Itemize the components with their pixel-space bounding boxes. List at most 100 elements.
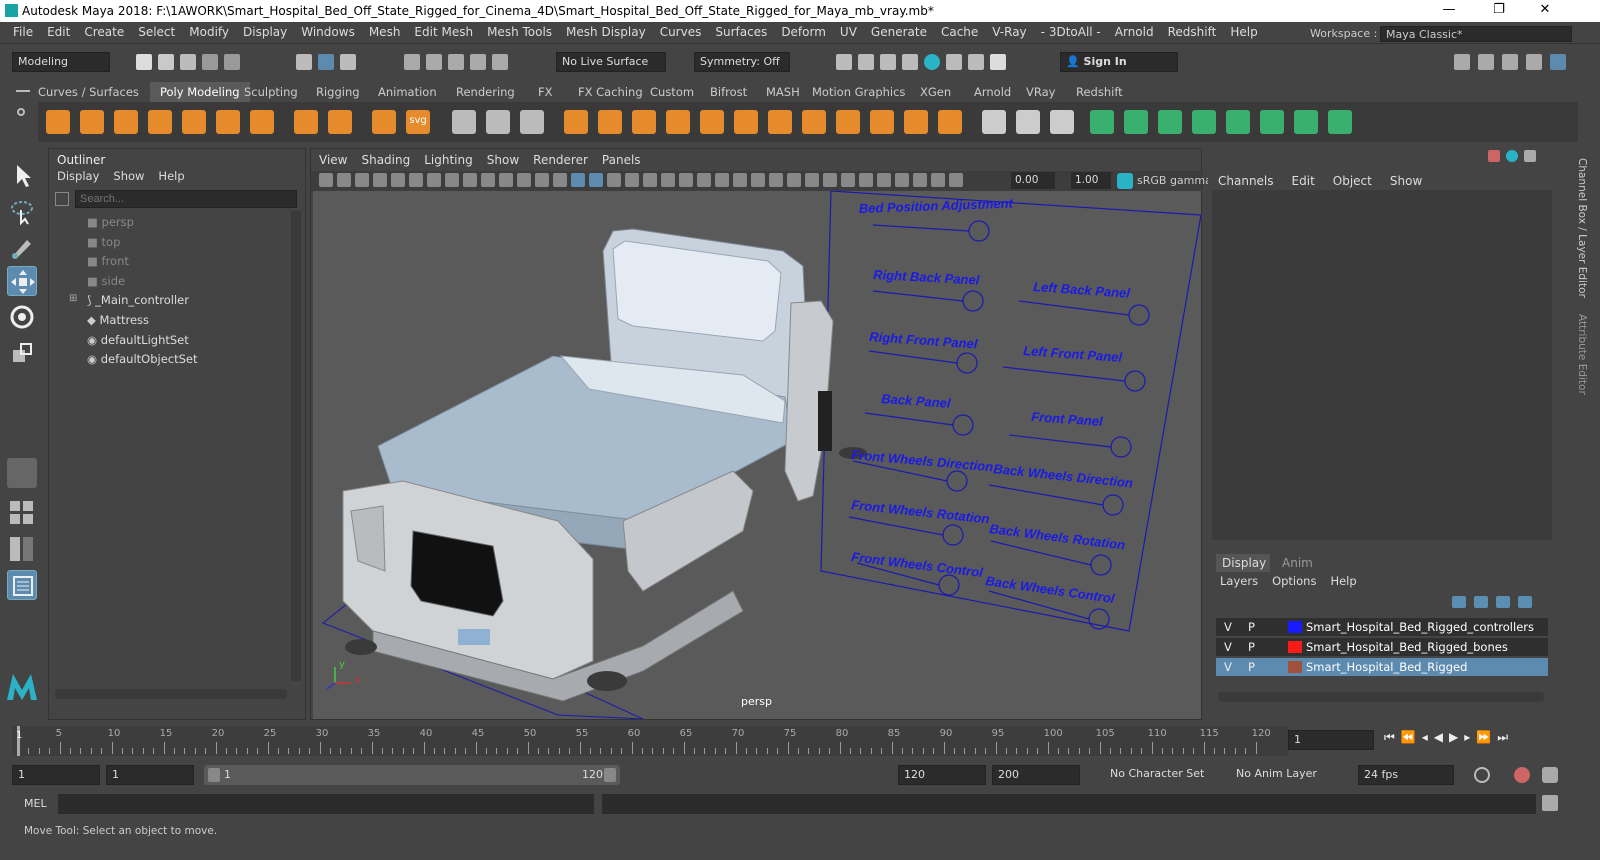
shelf-tab-arnold[interactable]: Arnold: [974, 82, 1011, 102]
controller-handle[interactable]: [1102, 494, 1124, 516]
viewport-tool-icon[interactable]: [733, 173, 747, 187]
viewport-tool-icon[interactable]: [769, 173, 783, 187]
poly-plane-icon[interactable]: [216, 110, 240, 134]
menu-help[interactable]: Help: [1223, 25, 1264, 39]
target-weld-icon[interactable]: [1328, 110, 1352, 134]
layer-menu-options[interactable]: Options: [1272, 574, 1316, 588]
live-surface-field[interactable]: No Live Surface: [556, 52, 666, 72]
step-back-key-icon[interactable]: ⏪: [1401, 730, 1416, 745]
layer-playback-toggle[interactable]: P: [1248, 660, 1255, 674]
layer-color-swatch[interactable]: [1288, 661, 1302, 673]
channelbox-menu-object[interactable]: Object: [1333, 174, 1372, 188]
poly-type-icon[interactable]: [372, 110, 396, 134]
outliner-item-mattress[interactable]: ◆ Mattress: [87, 313, 149, 327]
persp-outliner-layout-icon[interactable]: [7, 570, 37, 600]
open-scene-icon[interactable]: [158, 54, 174, 70]
exposure-field[interactable]: 0.00: [1011, 172, 1055, 189]
minimize-button[interactable]: —: [1434, 2, 1464, 20]
channelbox-menu-show[interactable]: Show: [1390, 174, 1422, 188]
viewport-tool-icon[interactable]: [787, 173, 801, 187]
play-forward-icon[interactable]: ▶: [1449, 730, 1458, 745]
combine-icon[interactable]: [564, 110, 588, 134]
shelf-menu-icon[interactable]: [14, 84, 32, 142]
menu-v-ray[interactable]: V-Ray: [985, 25, 1033, 39]
save-scene-icon[interactable]: [180, 54, 196, 70]
append-icon[interactable]: [904, 110, 928, 134]
viewport-tool-icon[interactable]: [373, 173, 387, 187]
hypershade-icon[interactable]: [924, 54, 940, 70]
node-editor-icon[interactable]: [1488, 150, 1500, 162]
shelf-tab-redshift[interactable]: Redshift: [1076, 82, 1123, 102]
attribute-editor-icon[interactable]: [1478, 54, 1494, 70]
playback-start-field[interactable]: 1: [106, 765, 194, 785]
outliner-item-top[interactable]: ■ top: [87, 235, 120, 249]
current-frame-field[interactable]: 1: [1288, 730, 1374, 750]
command-input[interactable]: [58, 794, 594, 814]
shelf-tab-xgen[interactable]: XGen: [920, 82, 951, 102]
range-end-handle[interactable]: [604, 768, 616, 782]
play-backward-icon[interactable]: ◀: [1434, 730, 1443, 745]
close-button[interactable]: ✕: [1530, 2, 1560, 20]
move-tool-icon[interactable]: [7, 266, 37, 296]
poly-svg-icon[interactable]: svg: [406, 110, 430, 134]
go-to-start-icon[interactable]: ⏮: [1384, 730, 1395, 745]
move-layer-down-icon[interactable]: [1474, 596, 1488, 608]
expand-main-controller-icon[interactable]: ⊞: [69, 293, 77, 304]
controller-handle[interactable]: [1088, 608, 1110, 630]
viewport-tool-icon[interactable]: [697, 173, 711, 187]
mel-label[interactable]: MEL: [24, 797, 47, 810]
viewport-tool-icon[interactable]: [679, 173, 693, 187]
viewport-menu-panels[interactable]: Panels: [602, 153, 641, 167]
smooth-icon[interactable]: [666, 110, 690, 134]
menu-cache[interactable]: Cache: [934, 25, 985, 39]
shelf-tab-fx-caching[interactable]: FX Caching: [578, 82, 643, 102]
layer-color-swatch[interactable]: [1288, 641, 1302, 653]
outliner-item-side[interactable]: ■ side: [87, 274, 125, 288]
color-management-icon[interactable]: [1117, 173, 1133, 189]
uv-grid-icon[interactable]: [520, 110, 544, 134]
viewport-tool-icon[interactable]: [751, 173, 765, 187]
menu-3dtoall[interactable]: - 3DtoAll -: [1034, 25, 1108, 39]
viewport-tool-icon[interactable]: [517, 173, 531, 187]
scale-tool-icon[interactable]: [7, 338, 37, 368]
four-view-layout-icon[interactable]: [7, 498, 37, 528]
shelf-tab-curves-surfaces[interactable]: Curves / Surfaces: [38, 82, 139, 102]
new-layer-icon[interactable]: [1496, 596, 1510, 608]
step-forward-frame-icon[interactable]: ▸: [1464, 730, 1470, 745]
lasso-tool-icon[interactable]: [7, 196, 37, 226]
select-object-icon[interactable]: [318, 54, 334, 70]
new-layer-selected-icon[interactable]: [1518, 596, 1532, 608]
viewport-tool-icon[interactable]: [859, 173, 873, 187]
menu-select[interactable]: Select: [131, 25, 182, 39]
viewport-menu-view[interactable]: View: [319, 153, 347, 167]
shelf-tab-poly-modeling[interactable]: Poly Modeling: [150, 82, 250, 102]
bevel-icon[interactable]: [1124, 110, 1148, 134]
viewport-tool-icon[interactable]: [841, 173, 855, 187]
shelf-tab-mash[interactable]: MASH: [766, 82, 800, 102]
viewport-tool-icon[interactable]: [661, 173, 675, 187]
edge-loop-icon[interactable]: [1016, 110, 1040, 134]
mode-dropdown[interactable]: Modeling: [12, 52, 110, 72]
controller-handle[interactable]: [968, 220, 990, 242]
controller-handle[interactable]: [946, 470, 968, 492]
viewport-tool-icon[interactable]: [607, 173, 621, 187]
pause-icon[interactable]: [990, 54, 1006, 70]
controller-handle[interactable]: [962, 290, 984, 312]
outliner-item-persp[interactable]: ■ persp: [87, 215, 134, 229]
shelf-tab-animation[interactable]: Animation: [378, 82, 437, 102]
channel-box-area[interactable]: [1212, 190, 1552, 540]
script-editor-icon[interactable]: [1542, 795, 1558, 811]
anim-layer-dropdown[interactable]: No Anim Layer: [1236, 767, 1317, 780]
viewport-tool-icon[interactable]: [319, 173, 333, 187]
menu-surfaces[interactable]: Surfaces: [708, 25, 774, 39]
menu-modify[interactable]: Modify: [182, 25, 236, 39]
poly-platonic-icon[interactable]: [294, 110, 318, 134]
menu-arnold[interactable]: Arnold: [1108, 25, 1161, 39]
extract-icon[interactable]: [700, 110, 724, 134]
viewport-tool-icon[interactable]: [535, 173, 549, 187]
tool-small-icon[interactable]: [1524, 150, 1536, 162]
character-set-dropdown[interactable]: No Character Set: [1110, 767, 1204, 780]
circularize-icon[interactable]: [1260, 110, 1284, 134]
bridge-faces-icon[interactable]: [1158, 110, 1182, 134]
fps-dropdown[interactable]: 24 fps: [1358, 765, 1454, 785]
